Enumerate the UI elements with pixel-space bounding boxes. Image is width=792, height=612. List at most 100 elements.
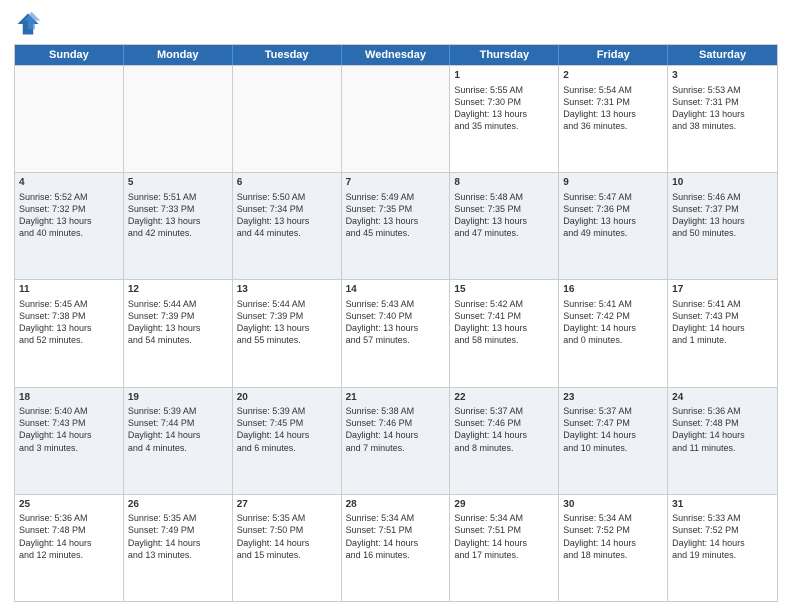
day-info: Sunrise: 5:46 AM bbox=[672, 191, 773, 203]
day-info: Sunrise: 5:41 AM bbox=[563, 298, 663, 310]
logo-icon bbox=[14, 10, 42, 38]
day-info: and 47 minutes. bbox=[454, 227, 554, 239]
day-info: and 12 minutes. bbox=[19, 549, 119, 561]
day-info: and 44 minutes. bbox=[237, 227, 337, 239]
day-info: and 49 minutes. bbox=[563, 227, 663, 239]
day-info: Sunrise: 5:34 AM bbox=[563, 512, 663, 524]
day-info: Sunrise: 5:48 AM bbox=[454, 191, 554, 203]
day-number: 31 bbox=[672, 498, 773, 512]
weekday-header: Sunday bbox=[15, 45, 124, 65]
day-number: 20 bbox=[237, 391, 337, 405]
empty-cell bbox=[15, 66, 124, 172]
calendar-cell: 19Sunrise: 5:39 AMSunset: 7:44 PMDayligh… bbox=[124, 388, 233, 494]
day-info: Sunrise: 5:44 AM bbox=[237, 298, 337, 310]
calendar-cell: 9Sunrise: 5:47 AMSunset: 7:36 PMDaylight… bbox=[559, 173, 668, 279]
calendar-cell: 25Sunrise: 5:36 AMSunset: 7:48 PMDayligh… bbox=[15, 495, 124, 601]
day-info: Daylight: 13 hours bbox=[672, 108, 773, 120]
day-number: 7 bbox=[346, 176, 446, 190]
day-info: and 19 minutes. bbox=[672, 549, 773, 561]
day-info: Sunset: 7:51 PM bbox=[346, 524, 446, 536]
day-info: and 17 minutes. bbox=[454, 549, 554, 561]
day-info: Sunset: 7:36 PM bbox=[563, 203, 663, 215]
calendar-cell: 26Sunrise: 5:35 AMSunset: 7:49 PMDayligh… bbox=[124, 495, 233, 601]
day-info: and 4 minutes. bbox=[128, 442, 228, 454]
calendar: SundayMondayTuesdayWednesdayThursdayFrid… bbox=[14, 44, 778, 602]
day-info: and 6 minutes. bbox=[237, 442, 337, 454]
empty-cell bbox=[124, 66, 233, 172]
calendar-cell: 14Sunrise: 5:43 AMSunset: 7:40 PMDayligh… bbox=[342, 280, 451, 386]
day-info: Sunrise: 5:42 AM bbox=[454, 298, 554, 310]
calendar-cell: 12Sunrise: 5:44 AMSunset: 7:39 PMDayligh… bbox=[124, 280, 233, 386]
header bbox=[14, 10, 778, 38]
calendar-cell: 18Sunrise: 5:40 AMSunset: 7:43 PMDayligh… bbox=[15, 388, 124, 494]
day-info: Daylight: 14 hours bbox=[672, 429, 773, 441]
day-number: 11 bbox=[19, 283, 119, 297]
page: SundayMondayTuesdayWednesdayThursdayFrid… bbox=[0, 0, 792, 612]
day-info: Sunset: 7:43 PM bbox=[19, 417, 119, 429]
calendar-cell: 20Sunrise: 5:39 AMSunset: 7:45 PMDayligh… bbox=[233, 388, 342, 494]
calendar-cell: 2Sunrise: 5:54 AMSunset: 7:31 PMDaylight… bbox=[559, 66, 668, 172]
day-info: Sunrise: 5:33 AM bbox=[672, 512, 773, 524]
day-info: Daylight: 13 hours bbox=[672, 215, 773, 227]
day-info: Daylight: 14 hours bbox=[672, 537, 773, 549]
day-info: and 40 minutes. bbox=[19, 227, 119, 239]
weekday-header: Tuesday bbox=[233, 45, 342, 65]
day-info: Sunrise: 5:50 AM bbox=[237, 191, 337, 203]
day-number: 2 bbox=[563, 69, 663, 83]
day-info: and 16 minutes. bbox=[346, 549, 446, 561]
day-info: Daylight: 14 hours bbox=[454, 429, 554, 441]
calendar-cell: 16Sunrise: 5:41 AMSunset: 7:42 PMDayligh… bbox=[559, 280, 668, 386]
day-info: Daylight: 13 hours bbox=[237, 322, 337, 334]
day-info: Sunrise: 5:34 AM bbox=[346, 512, 446, 524]
day-info: and 35 minutes. bbox=[454, 120, 554, 132]
day-info: and 45 minutes. bbox=[346, 227, 446, 239]
day-info: Sunrise: 5:37 AM bbox=[454, 405, 554, 417]
logo bbox=[14, 10, 46, 38]
day-number: 27 bbox=[237, 498, 337, 512]
calendar-cell: 3Sunrise: 5:53 AMSunset: 7:31 PMDaylight… bbox=[668, 66, 777, 172]
day-info: Daylight: 13 hours bbox=[346, 322, 446, 334]
day-number: 4 bbox=[19, 176, 119, 190]
calendar-cell: 30Sunrise: 5:34 AMSunset: 7:52 PMDayligh… bbox=[559, 495, 668, 601]
calendar-cell: 17Sunrise: 5:41 AMSunset: 7:43 PMDayligh… bbox=[668, 280, 777, 386]
day-info: Sunset: 7:33 PM bbox=[128, 203, 228, 215]
calendar-cell: 23Sunrise: 5:37 AMSunset: 7:47 PMDayligh… bbox=[559, 388, 668, 494]
calendar-cell: 4Sunrise: 5:52 AMSunset: 7:32 PMDaylight… bbox=[15, 173, 124, 279]
day-info: Sunrise: 5:35 AM bbox=[128, 512, 228, 524]
day-info: Daylight: 13 hours bbox=[19, 322, 119, 334]
day-info: Sunrise: 5:44 AM bbox=[128, 298, 228, 310]
day-info: Daylight: 14 hours bbox=[672, 322, 773, 334]
day-info: Sunrise: 5:35 AM bbox=[237, 512, 337, 524]
day-info: Sunrise: 5:51 AM bbox=[128, 191, 228, 203]
day-info: Daylight: 14 hours bbox=[19, 537, 119, 549]
day-number: 23 bbox=[563, 391, 663, 405]
day-number: 12 bbox=[128, 283, 228, 297]
day-info: Sunset: 7:49 PM bbox=[128, 524, 228, 536]
day-number: 16 bbox=[563, 283, 663, 297]
day-number: 21 bbox=[346, 391, 446, 405]
day-info: Sunrise: 5:40 AM bbox=[19, 405, 119, 417]
calendar-cell: 29Sunrise: 5:34 AMSunset: 7:51 PMDayligh… bbox=[450, 495, 559, 601]
day-info: Sunrise: 5:54 AM bbox=[563, 84, 663, 96]
day-info: Sunrise: 5:36 AM bbox=[672, 405, 773, 417]
day-info: Daylight: 14 hours bbox=[128, 429, 228, 441]
day-info: Sunrise: 5:55 AM bbox=[454, 84, 554, 96]
day-number: 25 bbox=[19, 498, 119, 512]
day-info: Daylight: 13 hours bbox=[454, 215, 554, 227]
day-info: Sunset: 7:42 PM bbox=[563, 310, 663, 322]
day-info: and 57 minutes. bbox=[346, 334, 446, 346]
day-info: Sunset: 7:40 PM bbox=[346, 310, 446, 322]
day-info: Sunset: 7:39 PM bbox=[237, 310, 337, 322]
day-info: and 8 minutes. bbox=[454, 442, 554, 454]
empty-cell bbox=[233, 66, 342, 172]
day-info: Sunset: 7:31 PM bbox=[672, 96, 773, 108]
day-info: Sunrise: 5:39 AM bbox=[237, 405, 337, 417]
weekday-header: Monday bbox=[124, 45, 233, 65]
day-info: Daylight: 14 hours bbox=[128, 537, 228, 549]
weekday-header: Wednesday bbox=[342, 45, 451, 65]
day-number: 5 bbox=[128, 176, 228, 190]
day-info: Sunrise: 5:49 AM bbox=[346, 191, 446, 203]
calendar-row: 4Sunrise: 5:52 AMSunset: 7:32 PMDaylight… bbox=[15, 172, 777, 279]
day-info: Sunset: 7:35 PM bbox=[346, 203, 446, 215]
calendar-cell: 15Sunrise: 5:42 AMSunset: 7:41 PMDayligh… bbox=[450, 280, 559, 386]
